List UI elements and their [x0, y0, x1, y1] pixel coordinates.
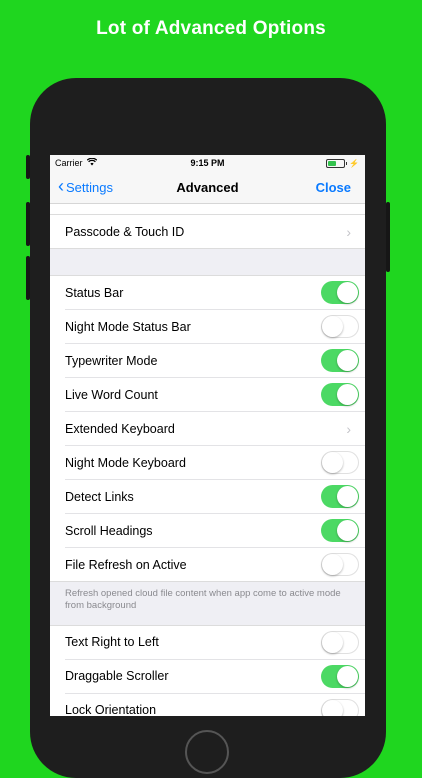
- setting-row-status-bar: Status Bar: [65, 276, 365, 310]
- toggle-knob: [337, 665, 358, 687]
- toggle-switch-detect-links[interactable]: [321, 485, 359, 508]
- phone-mute-switch: [26, 155, 30, 179]
- setting-row-typewriter-mode: Typewriter Mode: [65, 344, 365, 378]
- toggle-switch-draggable-scroller[interactable]: [321, 664, 359, 688]
- toggle-switch-lock-orientation[interactable]: [321, 698, 359, 716]
- toggle-knob: [322, 452, 343, 473]
- setting-row-text-right-to-left: Text Right to Left: [65, 626, 365, 660]
- status-bar: Carrier 9:15 PM ⚡: [50, 155, 365, 171]
- setting-row-draggable-scroller: Draggable Scroller: [65, 660, 365, 694]
- toggle-knob: [322, 316, 343, 337]
- home-button[interactable]: [185, 730, 229, 774]
- toggle-switch-text-right-to-left[interactable]: [321, 630, 359, 654]
- setting-row-extended-keyboard[interactable]: Extended Keyboard ›: [65, 412, 365, 446]
- setting-row-file-refresh-on-active: File Refresh on Active: [65, 548, 365, 581]
- phone-volume-up: [26, 202, 30, 246]
- setting-label: Typewriter Mode: [65, 353, 158, 368]
- setting-label: Live Word Count: [65, 387, 158, 402]
- back-button[interactable]: ‹ Settings: [58, 176, 113, 196]
- toggle-knob: [322, 631, 343, 653]
- setting-label: File Refresh on Active: [65, 557, 187, 572]
- setting-row-passcode-and-touch-id[interactable]: Passcode & Touch ID ›: [65, 215, 365, 248]
- setting-row-scroll-headings: Scroll Headings: [65, 514, 365, 548]
- chevron-left-icon: ‹: [58, 176, 64, 196]
- setting-label: Night Mode Keyboard: [65, 455, 186, 470]
- phone-volume-down: [26, 256, 30, 300]
- toggle-knob: [337, 520, 358, 541]
- close-button[interactable]: Close: [316, 180, 351, 195]
- section-footer-note: Refresh opened cloud file content when a…: [65, 588, 341, 612]
- partial-row-clipped: [50, 204, 365, 214]
- toggle-switch-live-word-count[interactable]: [321, 383, 359, 406]
- toggle-switch-scroll-headings[interactable]: [321, 519, 359, 542]
- toggle-knob: [337, 282, 358, 303]
- phone-screen: Carrier 9:15 PM ⚡ ‹ Settings Advanced Cl…: [50, 155, 365, 716]
- toggle-knob: [337, 350, 358, 371]
- setting-row-lock-orientation: Lock Orientation: [65, 694, 365, 716]
- setting-label: Night Mode Status Bar: [65, 319, 191, 334]
- setting-label: Text Right to Left: [65, 635, 159, 650]
- navigation-bar: ‹ Settings Advanced Close: [50, 171, 365, 204]
- setting-label: Detect Links: [65, 489, 134, 504]
- status-time: 9:15 PM: [190, 158, 225, 168]
- settings-group-top: Passcode & Touch ID ›: [50, 214, 365, 249]
- toggle-knob: [322, 699, 343, 716]
- toggle-switch-status-bar[interactable]: [321, 281, 359, 304]
- setting-row-night-mode-keyboard: Night Mode Keyboard: [65, 446, 365, 480]
- toggle-switch-file-refresh-on-active[interactable]: [321, 553, 359, 576]
- settings-group-bottom: Text Right to Left Draggable Scroller Lock…: [50, 624, 365, 716]
- toggle-knob: [337, 486, 358, 507]
- settings-group-main: Status Bar Night Mode Status Bar Typewrite…: [50, 275, 365, 582]
- toggle-switch-typewriter-mode[interactable]: [321, 349, 359, 372]
- toggle-switch-night-mode-keyboard[interactable]: [321, 451, 359, 474]
- chevron-right-icon: ›: [346, 223, 351, 240]
- setting-label: Draggable Scroller: [65, 669, 169, 684]
- setting-label: Scroll Headings: [65, 523, 153, 538]
- toggle-knob: [337, 384, 358, 405]
- toggle-switch-night-mode-status-bar[interactable]: [321, 315, 359, 338]
- toggle-knob: [322, 554, 343, 575]
- setting-row-live-word-count: Live Word Count: [65, 378, 365, 412]
- chevron-right-icon: ›: [346, 420, 351, 437]
- setting-label: Extended Keyboard: [65, 421, 175, 436]
- promo-headline: Lot of Advanced Options: [96, 18, 326, 39]
- setting-label: Passcode & Touch ID: [65, 224, 185, 239]
- setting-row-night-mode-status-bar: Night Mode Status Bar: [65, 310, 365, 344]
- setting-label: Status Bar: [65, 285, 124, 300]
- back-label: Settings: [66, 179, 113, 195]
- setting-label: Lock Orientation: [65, 703, 157, 716]
- setting-row-detect-links: Detect Links: [65, 480, 365, 514]
- phone-power-button: [386, 202, 390, 272]
